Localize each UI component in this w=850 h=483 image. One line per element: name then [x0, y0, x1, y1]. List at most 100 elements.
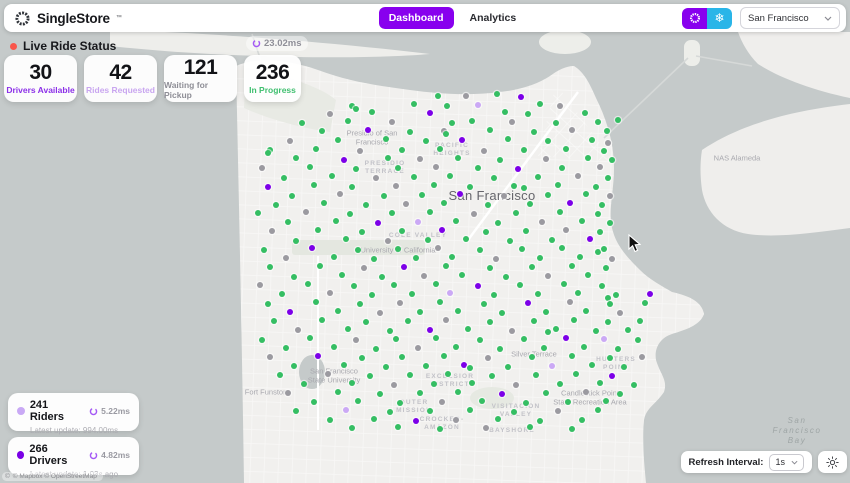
- ride-dot: [421, 273, 427, 279]
- ride-dot: [555, 182, 561, 188]
- ride-dot: [295, 327, 301, 333]
- ride-dot: [405, 318, 411, 324]
- ride-dot: [387, 409, 393, 415]
- ride-dot: [565, 399, 571, 405]
- ride-dot: [531, 318, 537, 324]
- riders-count: 241 Riders: [29, 399, 65, 423]
- ride-dot: [371, 416, 377, 422]
- ride-dot: [447, 290, 453, 296]
- singlestore-logo-icon: [15, 10, 30, 26]
- ride-dot: [571, 317, 577, 323]
- navbar-right: ❄ San Francisco: [682, 7, 840, 29]
- stat-in-progress: 236 In Progress: [244, 55, 301, 102]
- ride-dot: [475, 165, 481, 171]
- ride-dot: [615, 117, 621, 123]
- ride-dot: [401, 264, 407, 270]
- ride-dot: [399, 147, 405, 153]
- ride-dot: [487, 127, 493, 133]
- ride-dot: [437, 299, 443, 305]
- ride-dot: [543, 390, 549, 396]
- database-toggle: ❄: [682, 7, 732, 29]
- ride-dot: [389, 119, 395, 125]
- ride-dot: [527, 424, 533, 430]
- ride-dot: [607, 301, 613, 307]
- ride-dot: [603, 398, 609, 404]
- ride-dot: [395, 246, 401, 252]
- ride-dot: [427, 408, 433, 414]
- ride-dot: [491, 292, 497, 298]
- ride-dot: [513, 382, 519, 388]
- ride-dot: [293, 408, 299, 414]
- ride-dot: [593, 328, 599, 334]
- ride-dot: [427, 209, 433, 215]
- ride-dot: [481, 148, 487, 154]
- ride-dot: [335, 389, 341, 395]
- ride-dashboard: San Francisco Presidio of San Francisco PA…: [0, 0, 850, 483]
- ride-dot: [397, 300, 403, 306]
- ride-dot: [525, 300, 531, 306]
- city-select[interactable]: San Francisco: [740, 7, 840, 29]
- ride-dot: [502, 109, 508, 115]
- singlestore-toggle-button[interactable]: [682, 7, 707, 29]
- ride-dot: [557, 103, 563, 109]
- ride-dot: [539, 219, 545, 225]
- ride-dot: [563, 227, 569, 233]
- ride-dot: [395, 424, 401, 430]
- ride-dot: [327, 417, 333, 423]
- tab-analytics[interactable]: Analytics: [460, 7, 527, 29]
- ride-dot: [601, 336, 607, 342]
- ride-dot: [497, 346, 503, 352]
- ride-dot: [397, 400, 403, 406]
- ride-dot: [319, 317, 325, 323]
- ride-dot: [439, 399, 445, 405]
- theme-toggle-button[interactable]: [818, 451, 847, 473]
- ride-dot: [327, 290, 333, 296]
- ride-dot: [303, 209, 309, 215]
- ride-dot: [319, 128, 325, 134]
- latency-loop-icon: [252, 39, 261, 48]
- snowflake-toggle-button[interactable]: ❄: [707, 7, 732, 29]
- ride-dot: [593, 184, 599, 190]
- ride-dot: [315, 353, 321, 359]
- ride-dot: [549, 237, 555, 243]
- sun-icon: [826, 455, 839, 469]
- ride-dot: [377, 391, 383, 397]
- ride-dot: [331, 344, 337, 350]
- live-indicator-icon: [10, 42, 17, 50]
- ride-dot: [417, 156, 423, 162]
- map-attribution[interactable]: © © Mapbox © OpenStreetMap: [2, 472, 103, 481]
- ride-dot: [605, 319, 611, 325]
- treasure-island: [684, 40, 700, 66]
- ride-dot: [349, 425, 355, 431]
- stats-row: 30 Drivers Available 42 Rides Requested …: [4, 55, 301, 102]
- ride-dot: [427, 327, 433, 333]
- ride-dot: [465, 326, 471, 332]
- refresh-interval-select[interactable]: 1s: [769, 453, 804, 471]
- ride-dot: [411, 101, 417, 107]
- refresh-interval-value: 1s: [775, 457, 785, 467]
- ride-dot: [453, 218, 459, 224]
- ride-dot: [467, 184, 473, 190]
- tab-dashboard[interactable]: Dashboard: [378, 7, 454, 29]
- ride-dot: [463, 93, 469, 99]
- ride-dot: [529, 354, 535, 360]
- ride-dot: [511, 409, 517, 415]
- ride-dot: [605, 140, 611, 146]
- mclaren-park: [470, 387, 514, 409]
- ride-dot: [413, 255, 419, 261]
- latency-value: 23.02ms: [264, 38, 302, 49]
- ride-dot: [337, 191, 343, 197]
- ride-dot: [343, 407, 349, 413]
- ride-dot: [545, 138, 551, 144]
- ride-dot: [359, 355, 365, 361]
- ride-dot: [265, 150, 271, 156]
- ride-dot: [455, 308, 461, 314]
- ride-dot: [537, 418, 543, 424]
- ride-dot: [569, 263, 575, 269]
- ride-dot: [597, 380, 603, 386]
- ride-dot: [575, 290, 581, 296]
- ride-dot: [407, 129, 413, 135]
- ride-dot: [475, 283, 481, 289]
- ride-dot: [559, 165, 565, 171]
- ride-dot: [561, 281, 567, 287]
